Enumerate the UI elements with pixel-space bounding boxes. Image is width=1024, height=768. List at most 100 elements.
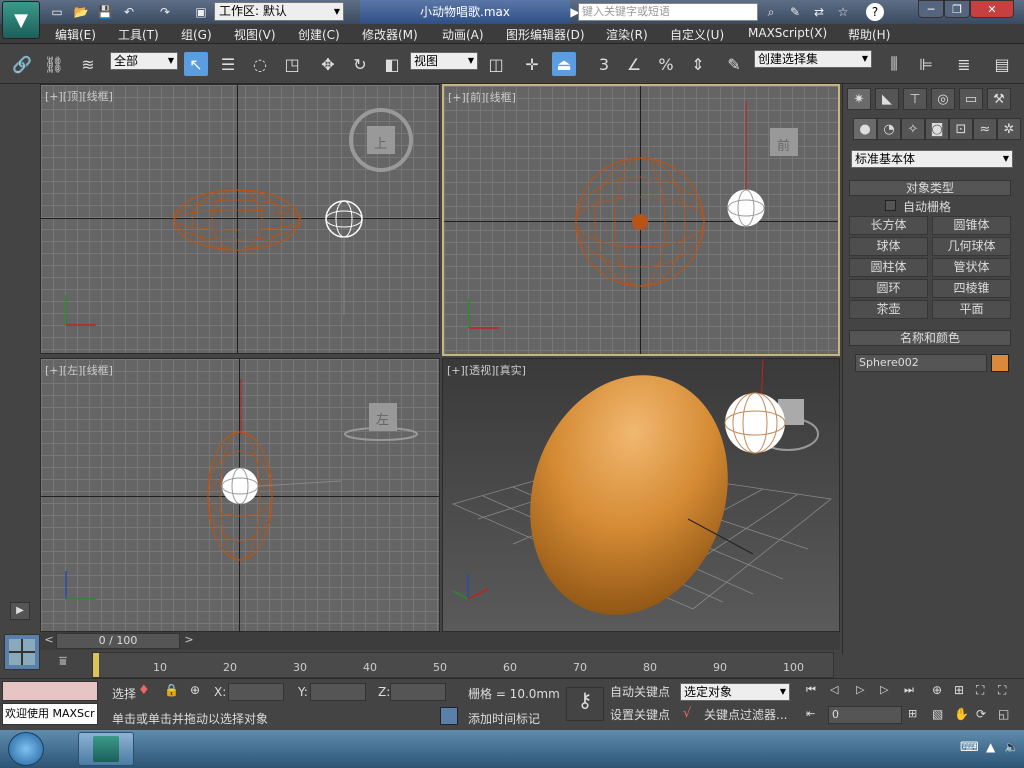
pyramid-button[interactable]: 四棱锥 (932, 279, 1011, 298)
next-key-icon[interactable]: ▷ (880, 683, 898, 701)
viewport-left[interactable]: 左 [+][左][线框] (40, 358, 440, 632)
key-mode-dropdown[interactable]: 选定对象 (680, 683, 790, 701)
torus-button[interactable]: 圆环 (849, 279, 928, 298)
menu-rendering[interactable]: 渲染(R) (606, 26, 648, 43)
align-icon[interactable]: ⊫ (914, 52, 938, 76)
unlink-icon[interactable]: ⛓ (42, 52, 66, 76)
undo-icon[interactable]: ↶ (120, 3, 138, 21)
edit-named-selection-icon[interactable]: ✎ (722, 52, 746, 76)
name-color-rollout[interactable]: 名称和颜色 (849, 330, 1011, 346)
menu-create[interactable]: 创建(C) (298, 26, 340, 43)
setkey-button[interactable]: 设置关键点 (610, 705, 676, 725)
spinner-snap-icon[interactable]: ⇕ (686, 52, 710, 76)
goto-start-icon[interactable]: ⏮ (806, 683, 824, 701)
viewport-label[interactable]: [+][透视][真实] (447, 362, 526, 378)
bind-spacewarp-icon[interactable]: ≋ (76, 52, 100, 76)
star-icon[interactable]: ☆ (834, 3, 852, 21)
next-frame-icon[interactable]: > (182, 633, 196, 649)
flag-icon[interactable]: ▲ (986, 740, 1000, 758)
orbit-icon[interactable]: ⟳ (976, 707, 994, 725)
zoom-extents-icon[interactable]: ⛶ (976, 683, 994, 701)
time-marker[interactable] (93, 653, 99, 677)
viewport-label[interactable]: [+][左][线框] (45, 362, 113, 378)
selection-region-icon[interactable]: ◌ (248, 52, 272, 76)
viewport-front[interactable]: 前 [+][前][线框] (442, 84, 840, 356)
cylinder-button[interactable]: 圆柱体 (849, 258, 928, 277)
menu-customize[interactable]: 自定义(U) (670, 26, 724, 43)
time-slider[interactable]: < 0 / 100 > (40, 632, 840, 650)
project-folder-icon[interactable]: ▣ (192, 3, 210, 21)
menu-animation[interactable]: 动画(A) (442, 26, 484, 43)
frame-counter[interactable]: 0 / 100 (56, 633, 180, 649)
key-filters-button[interactable]: 关键点过滤器... (704, 705, 792, 725)
prev-frame-icon[interactable]: < (42, 633, 56, 649)
volume-icon[interactable]: 🔈 (1004, 740, 1020, 758)
viewport-top[interactable]: 上 [+][顶][线框] (40, 84, 440, 354)
geosphere-button[interactable]: 几何球体 (932, 237, 1011, 256)
manipulate-icon[interactable]: ✛ (520, 52, 544, 76)
object-name-input[interactable]: Sphere002 (855, 354, 987, 372)
layer-manager-icon[interactable]: ≣ (952, 52, 976, 76)
box-button[interactable]: 长方体 (849, 216, 928, 235)
teapot-button[interactable]: 茶壶 (849, 300, 928, 319)
utilities-tab-icon[interactable]: ⚒ (987, 88, 1011, 110)
maximize-viewport-icon[interactable]: ◱ (998, 707, 1016, 725)
pan-icon[interactable]: ✋ (954, 707, 972, 725)
viewport-perspective[interactable]: [+][透视][真实] (442, 358, 840, 632)
keyboard-shortcut-override-icon[interactable]: ⏏ (552, 52, 576, 76)
select-by-name-icon[interactable]: ☰ (216, 52, 240, 76)
binoculars-icon[interactable]: ⌕ (762, 3, 780, 21)
new-file-icon[interactable]: ▭ (48, 3, 66, 21)
add-time-tag-label[interactable]: 添加时间标记 (468, 710, 540, 727)
menu-edit[interactable]: 编辑(E) (55, 26, 96, 43)
autogrid-checkbox[interactable] (885, 200, 896, 211)
z-coordinate-input[interactable] (390, 683, 446, 701)
cone-button[interactable]: 圆锥体 (932, 216, 1011, 235)
shapes-icon[interactable]: ◔ (877, 118, 901, 140)
scale-icon[interactable]: ◧ (380, 52, 404, 76)
rotate-icon[interactable]: ↻ (348, 52, 372, 76)
time-config-icon[interactable]: ⊞ (908, 707, 926, 725)
menu-view[interactable]: 视图(V) (234, 26, 276, 43)
save-icon[interactable]: 💾 (96, 3, 114, 21)
display-tab-icon[interactable]: ▭ (959, 88, 983, 110)
motion-tab-icon[interactable]: ◎ (931, 88, 955, 110)
menu-graph-editors[interactable]: 图形编辑器(D) (506, 26, 585, 43)
hierarchy-tab-icon[interactable]: ⊤ (903, 88, 927, 110)
pivot-center-icon[interactable]: ◫ (484, 52, 508, 76)
maximize-button[interactable]: ❐ (944, 0, 970, 18)
tools-icon[interactable]: ✎ (786, 3, 804, 21)
lock-icon[interactable]: 🔒 (164, 683, 180, 701)
maxscript-listener-white[interactable]: 欢迎使用 MAXScr (2, 703, 98, 725)
modify-tab-icon[interactable]: ◣ (875, 88, 899, 110)
object-type-rollout[interactable]: 对象类型 (849, 180, 1011, 196)
play-icon[interactable]: ▶ (10, 602, 30, 620)
keyboard-icon[interactable]: ⌨ (960, 740, 979, 758)
spacewarps-icon[interactable]: ≈ (973, 118, 997, 140)
current-frame-input[interactable]: 0 (828, 706, 902, 724)
reference-coordinate-dropdown[interactable]: 视图 (410, 52, 478, 70)
maxscript-listener-pink[interactable] (2, 681, 98, 701)
goto-end-icon[interactable]: ⏭ (904, 683, 922, 701)
cameras-icon[interactable]: ◙ (925, 118, 949, 140)
absolute-mode-icon[interactable]: ⊕ (190, 683, 208, 701)
menu-tools[interactable]: 工具(T) (118, 26, 159, 43)
x-coordinate-input[interactable] (228, 683, 284, 701)
menu-group[interactable]: 组(G) (181, 26, 212, 43)
track-bar[interactable]: 10 20 30 40 50 60 70 80 90 100 (92, 652, 834, 678)
sphere-button[interactable]: 球体 (849, 237, 928, 256)
search-input[interactable]: 键入关键字或短语 (578, 3, 758, 21)
selection-filter-dropdown[interactable]: 全部 (110, 52, 178, 70)
key-icon[interactable]: ⚷ (566, 687, 604, 721)
select-object-icon[interactable]: ↖ (184, 52, 208, 76)
autokey-button[interactable]: 自动关键点 (610, 682, 676, 702)
y-coordinate-input[interactable] (310, 683, 366, 701)
angle-snap-icon[interactable]: ∠ (622, 52, 646, 76)
object-color-swatch[interactable] (991, 354, 1009, 372)
move-icon[interactable]: ✥ (316, 52, 340, 76)
window-crossing-icon[interactable]: ◳ (280, 52, 304, 76)
tube-button[interactable]: 管状体 (932, 258, 1011, 277)
menu-modifiers[interactable]: 修改器(M) (362, 26, 418, 43)
zoom-icon[interactable]: ⊕ (932, 683, 950, 701)
lights-icon[interactable]: ✧ (901, 118, 925, 140)
